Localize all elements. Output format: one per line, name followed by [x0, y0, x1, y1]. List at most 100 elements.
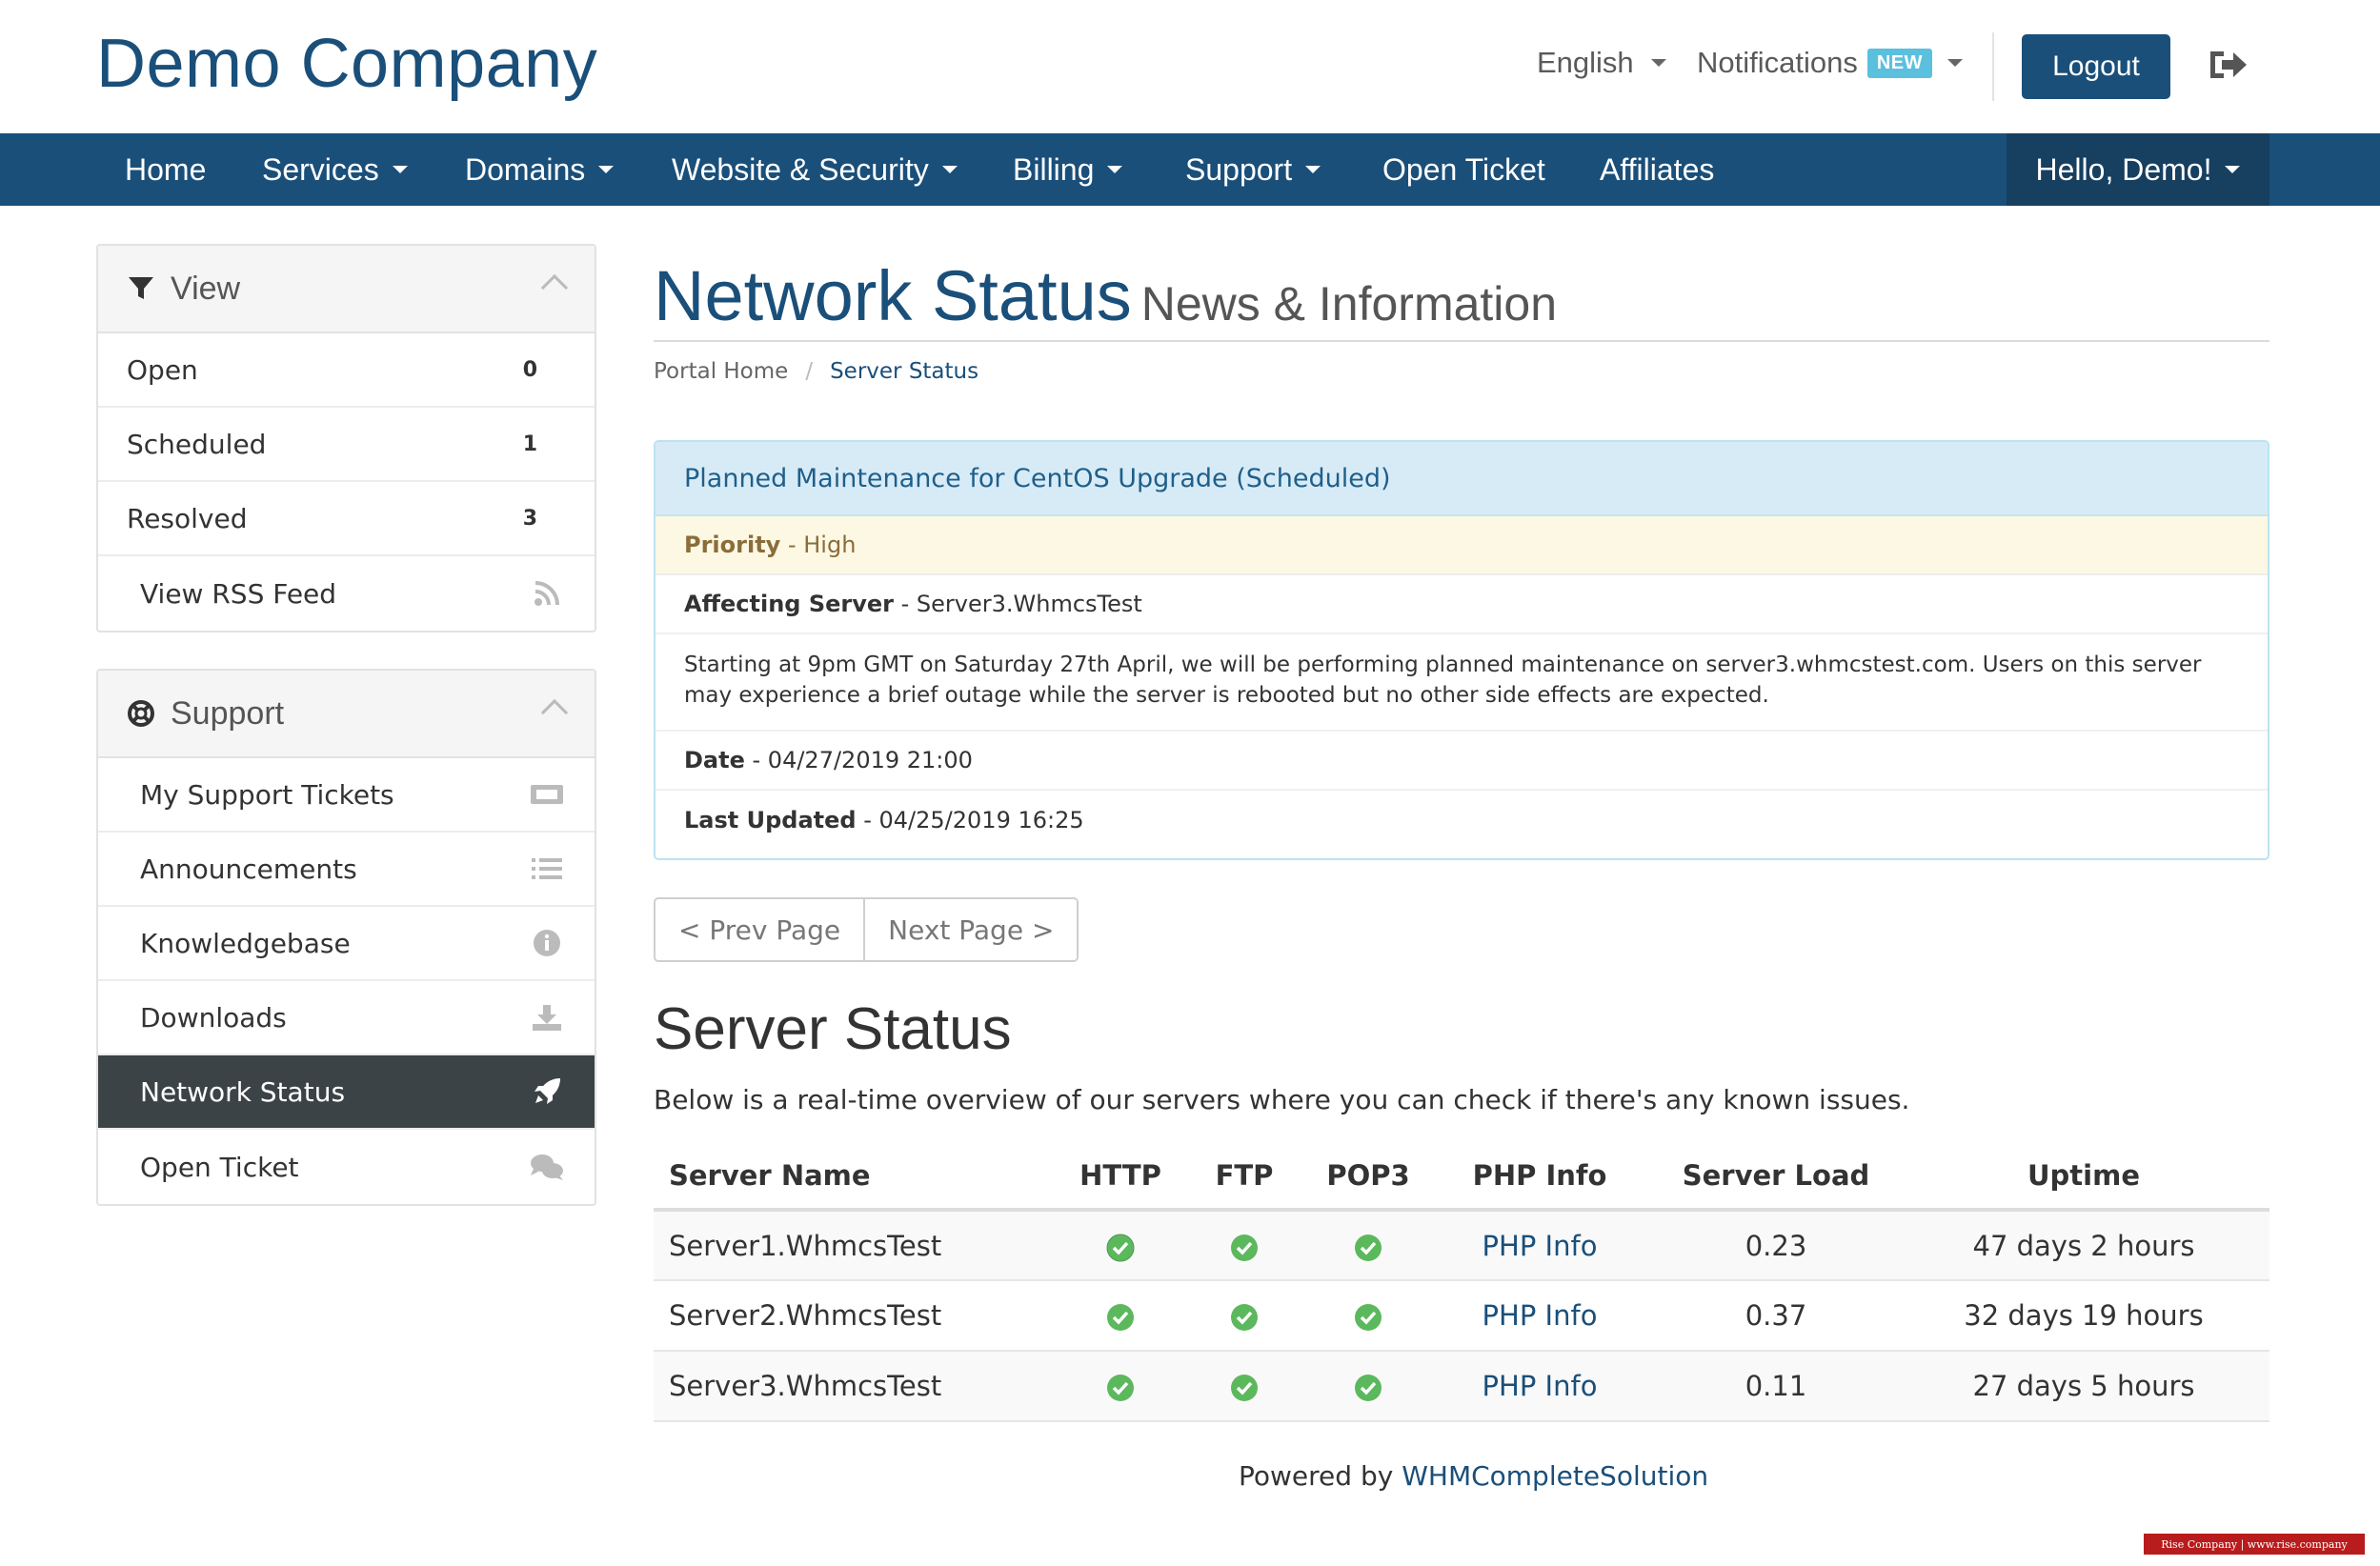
- ftp-status: [1178, 1351, 1311, 1422]
- view-item-label: Scheduled: [127, 428, 267, 460]
- support-item-label: Network Status: [140, 1075, 346, 1108]
- nav-services[interactable]: Services: [262, 133, 408, 206]
- check-circle-icon: [1231, 1304, 1258, 1331]
- rss-icon: [530, 576, 564, 611]
- nav-user-menu[interactable]: Hello, Demo!: [2007, 133, 2269, 206]
- next-page-button[interactable]: Next Page >: [865, 897, 1079, 962]
- support-item-announcements[interactable]: Announcements: [98, 833, 595, 907]
- page-subtitle: News & Information: [1140, 277, 1558, 331]
- breadcrumb-home[interactable]: Portal Home: [654, 359, 788, 384]
- pop3-status: [1311, 1280, 1425, 1352]
- view-item-resolved[interactable]: Resolved 3: [98, 482, 595, 556]
- view-panel-header[interactable]: View: [98, 246, 595, 333]
- nav-support[interactable]: Support: [1185, 133, 1321, 206]
- page-title-text: Network Status: [654, 256, 1132, 335]
- server-status-title: Server Status: [654, 996, 1012, 1062]
- support-item-label: Knowledgebase: [140, 927, 351, 959]
- caret-down-icon: [1107, 166, 1123, 173]
- view-item-count: 0: [522, 357, 537, 382]
- nav-label: Domains: [465, 151, 586, 187]
- issue-date: Date - 04/27/2019 21:00: [656, 732, 2268, 791]
- http-status: [1063, 1351, 1178, 1422]
- php-info-cell: PHP Info: [1425, 1280, 1654, 1352]
- caret-down-icon: [1305, 166, 1321, 173]
- server-name: Server3.WhmcsTest: [654, 1351, 1063, 1422]
- comments-icon: [530, 1150, 564, 1184]
- col-php-info: PHP Info: [1425, 1143, 1654, 1212]
- footer-link[interactable]: WHMCompleteSolution: [1402, 1460, 1708, 1492]
- support-item-label: Downloads: [140, 1001, 287, 1034]
- col-ftp: FTP: [1178, 1143, 1311, 1212]
- nav-affiliates[interactable]: Affiliates: [1600, 133, 1714, 206]
- support-item-label: My Support Tickets: [140, 778, 394, 811]
- nav-user-label: Hello, Demo!: [2035, 151, 2212, 187]
- uptime: 32 days 19 hours: [1898, 1280, 2269, 1352]
- http-status: [1063, 1210, 1178, 1281]
- language-label: English: [1537, 46, 1634, 79]
- support-item-label: Open Ticket: [140, 1151, 299, 1183]
- caret-down-icon: [1947, 59, 1964, 67]
- view-item-open[interactable]: Open 0: [98, 333, 595, 408]
- support-panel: Support My Support Tickets Announcements…: [96, 669, 596, 1206]
- life-ring-icon: [128, 700, 154, 727]
- view-item-label: Open: [127, 353, 198, 386]
- col-http: HTTP: [1063, 1143, 1178, 1212]
- watermark: Rise Company | www.rise.company: [2144, 1534, 2365, 1555]
- footer: Powered by WHMCompleteSolution: [1239, 1460, 1708, 1492]
- breadcrumb: Portal Home / Server Status: [654, 359, 978, 384]
- nav-open-ticket[interactable]: Open Ticket: [1382, 133, 1545, 206]
- company-logo[interactable]: Demo Company: [96, 25, 597, 103]
- sign-out-icon[interactable]: [2207, 46, 2249, 84]
- caret-down-icon: [1650, 59, 1666, 67]
- table-row: Server2.WhmcsTest PHP Info 0.37 32 days …: [654, 1280, 2269, 1352]
- server-load: 0.37: [1654, 1280, 1898, 1352]
- php-info-cell: PHP Info: [1425, 1351, 1654, 1422]
- support-item-open-ticket[interactable]: Open Ticket: [98, 1130, 595, 1204]
- col-server-load: Server Load: [1654, 1143, 1898, 1212]
- issue-description: Starting at 9pm GMT on Saturday 27th Apr…: [656, 634, 2268, 732]
- nav-label: Affiliates: [1600, 151, 1715, 187]
- chevron-up-icon[interactable]: [540, 698, 569, 727]
- nav-website-security[interactable]: Website & Security: [672, 133, 958, 206]
- language-dropdown[interactable]: English: [1537, 46, 1666, 80]
- issue-title: Planned Maintenance for CentOS Upgrade (…: [656, 442, 2268, 516]
- view-item-count: 3: [522, 506, 537, 531]
- support-item-network-status[interactable]: Network Status: [98, 1055, 595, 1130]
- view-panel-title: View: [171, 270, 241, 307]
- nav-domains[interactable]: Domains: [465, 133, 615, 206]
- check-circle-icon: [1355, 1234, 1382, 1261]
- rocket-icon: [530, 1074, 564, 1109]
- nav-home[interactable]: Home: [125, 133, 206, 206]
- nav-label: Services: [262, 151, 379, 187]
- col-server-name: Server Name: [654, 1143, 1063, 1212]
- server-name: Server2.WhmcsTest: [654, 1280, 1063, 1352]
- support-item-downloads[interactable]: Downloads: [98, 981, 595, 1055]
- notifications-dropdown[interactable]: Notifications NEW: [1697, 46, 1964, 80]
- support-item-knowledgebase[interactable]: Knowledgebase: [98, 907, 595, 981]
- server-load: 0.11: [1654, 1351, 1898, 1422]
- download-icon: [530, 1000, 564, 1034]
- support-item-tickets[interactable]: My Support Tickets: [98, 758, 595, 833]
- server-status-table: Server Name HTTP FTP POP3 PHP Info Serve…: [654, 1143, 2269, 1422]
- check-circle-icon: [1355, 1375, 1382, 1401]
- view-panel: View Open 0 Scheduled 1 Resolved 3 View …: [96, 244, 596, 632]
- breadcrumb-current: Server Status: [830, 359, 979, 384]
- chevron-up-icon[interactable]: [540, 273, 569, 302]
- view-item-scheduled[interactable]: Scheduled 1: [98, 408, 595, 482]
- filter-icon: [129, 277, 153, 299]
- logout-button[interactable]: Logout: [2022, 34, 2170, 99]
- support-panel-header[interactable]: Support: [98, 671, 595, 758]
- nav-label: Open Ticket: [1382, 151, 1545, 187]
- support-item-label: Announcements: [140, 853, 357, 885]
- prev-page-button[interactable]: < Prev Page: [654, 897, 866, 962]
- col-uptime: Uptime: [1898, 1143, 2269, 1212]
- nav-label: Support: [1185, 151, 1293, 187]
- support-panel-title: Support: [171, 694, 285, 732]
- pop3-status: [1311, 1351, 1425, 1422]
- php-info-link[interactable]: PHP Info: [1482, 1370, 1598, 1402]
- nav-billing[interactable]: Billing: [1013, 133, 1123, 206]
- priority-value: - High: [787, 532, 857, 558]
- php-info-link[interactable]: PHP Info: [1482, 1299, 1598, 1332]
- view-item-rss[interactable]: View RSS Feed: [98, 556, 595, 631]
- php-info-link[interactable]: PHP Info: [1482, 1230, 1598, 1262]
